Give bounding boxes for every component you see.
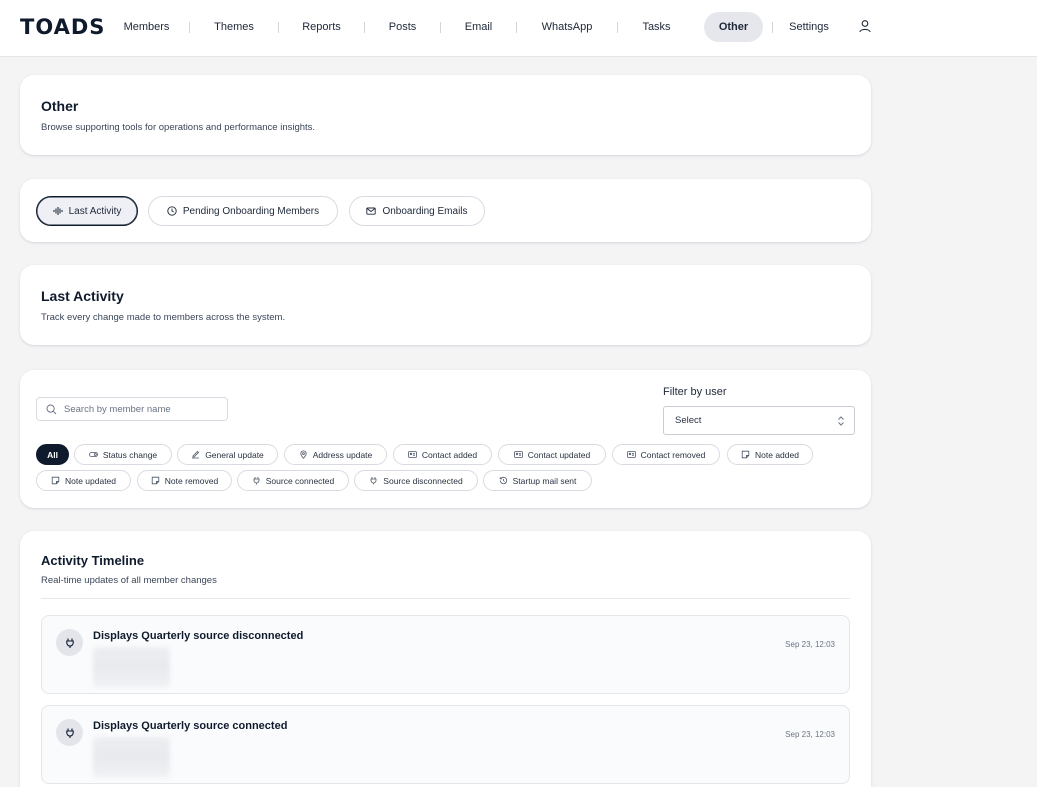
filter-by-user-label: Filter by user xyxy=(663,386,727,398)
nav-item-whatsapp[interactable]: WhatsApp xyxy=(517,12,617,42)
plug-icon xyxy=(253,477,260,485)
tab-label: Onboarding Emails xyxy=(382,205,468,217)
timeline-subtitle: Real-time updates of all member changes xyxy=(41,575,217,586)
chip-source-disconnected[interactable]: Source disconnected xyxy=(354,470,478,491)
nav-item-email[interactable]: Email xyxy=(441,12,516,42)
logo[interactable]: TOADS xyxy=(20,15,105,39)
redacted-details xyxy=(93,737,170,777)
chip-label: General update xyxy=(205,449,264,460)
tab-last-activity[interactable]: Last Activity xyxy=(36,196,138,226)
chip-contact-removed[interactable]: Contact removed xyxy=(612,444,720,465)
select-value: Select xyxy=(675,415,702,426)
search-input[interactable] xyxy=(64,403,214,415)
section-header-card: Last Activity Track every change made to… xyxy=(20,265,871,345)
history-icon xyxy=(499,476,507,485)
tab-pending-onboarding-members[interactable]: Pending Onboarding Members xyxy=(148,196,338,226)
pin-icon xyxy=(300,450,307,459)
chip-contact-updated[interactable]: Contact updated xyxy=(498,444,606,465)
section-title: Last Activity xyxy=(41,288,124,304)
chevron-up-down-icon xyxy=(838,416,844,426)
chip-all[interactable]: All xyxy=(36,444,69,465)
chip-note-removed[interactable]: Note removed xyxy=(137,470,232,491)
note-icon xyxy=(51,476,60,485)
chip-label: Contact updated xyxy=(527,449,591,460)
entry-title: Displays Quarterly source disconnected xyxy=(93,630,304,642)
chip-label: Note updated xyxy=(64,475,117,486)
tab-label: Last Activity xyxy=(68,205,122,217)
nav-item-tasks[interactable]: Tasks xyxy=(618,12,695,42)
chip-label: Startup mail sent xyxy=(512,475,577,486)
chip-label: Status change xyxy=(102,449,158,460)
nav-item-themes[interactable]: Themes xyxy=(190,12,278,42)
chip-label: Source connected xyxy=(265,475,335,486)
plug-icon xyxy=(65,728,74,738)
chip-address-update[interactable]: Address update xyxy=(284,444,387,465)
top-navigation: TOADS Members Themes Reports Posts Email… xyxy=(0,0,1037,57)
entry-timestamp: Sep 23, 12:03 xyxy=(785,730,835,739)
entry-icon-badge xyxy=(56,629,83,656)
page-header-card: Other Browse supporting tools for operat… xyxy=(20,75,871,155)
section-subtitle: Track every change made to members acros… xyxy=(41,312,286,323)
contact-card-icon xyxy=(626,451,636,458)
divider xyxy=(41,598,850,599)
redacted-details xyxy=(93,647,170,687)
chip-label: Source disconnected xyxy=(383,475,463,486)
timeline-entry[interactable]: Displays Quarterly source connected Sep … xyxy=(41,705,850,784)
search-box[interactable] xyxy=(36,397,228,421)
tab-label: Pending Onboarding Members xyxy=(182,205,320,217)
activity-timeline-card: Activity Timeline Real-time updates of a… xyxy=(20,531,871,787)
contact-card-icon xyxy=(408,451,417,458)
tabs-card: Last Activity Pending Onboarding Members… xyxy=(20,179,871,242)
plug-icon xyxy=(65,638,74,648)
filters-card: Filter by user Select All Status change … xyxy=(20,370,871,508)
chip-label: Address update xyxy=(312,449,373,460)
chip-general-update[interactable]: General update xyxy=(177,444,278,465)
nav-item-settings[interactable]: Settings xyxy=(773,12,845,42)
clock-icon xyxy=(167,206,177,216)
entry-title: Displays Quarterly source connected xyxy=(93,720,288,732)
contact-card-icon xyxy=(513,451,523,458)
entry-icon-badge xyxy=(56,719,83,746)
timeline-title: Activity Timeline xyxy=(41,553,145,568)
page-subtitle: Browse supporting tools for operations a… xyxy=(41,122,316,133)
chip-status-change[interactable]: Status change xyxy=(74,444,172,465)
activity-icon xyxy=(53,207,63,215)
chip-source-connected[interactable]: Source connected xyxy=(237,470,349,491)
chip-label: Contact added xyxy=(421,449,478,460)
main-nav: Members Themes Reports Posts Email Whats… xyxy=(104,12,845,42)
nav-item-other[interactable]: Other xyxy=(704,12,763,42)
chip-note-added[interactable]: Note added xyxy=(727,444,813,465)
nav-item-members[interactable]: Members xyxy=(104,12,189,42)
mail-icon xyxy=(366,207,377,215)
nav-item-reports[interactable]: Reports xyxy=(279,12,364,42)
page-title: Other xyxy=(41,98,79,114)
chip-startup-mail-sent[interactable]: Startup mail sent xyxy=(483,470,592,491)
chip-note-updated[interactable]: Note updated xyxy=(36,470,131,491)
note-icon xyxy=(741,450,750,459)
entry-timestamp: Sep 23, 12:03 xyxy=(785,640,835,649)
user-icon[interactable] xyxy=(858,19,872,33)
chip-label: Contact removed xyxy=(640,449,706,460)
timeline-entry[interactable]: Displays Quarterly source disconnected S… xyxy=(41,615,850,694)
user-select[interactable]: Select xyxy=(663,406,855,435)
plug-icon xyxy=(370,477,377,485)
toggle-icon xyxy=(88,452,98,457)
tab-onboarding-emails[interactable]: Onboarding Emails xyxy=(349,196,485,226)
chip-label: Note added xyxy=(755,449,799,460)
search-icon xyxy=(46,404,57,414)
note-icon xyxy=(151,476,159,485)
chip-contact-added[interactable]: Contact added xyxy=(393,444,492,465)
nav-item-posts[interactable]: Posts xyxy=(365,12,440,42)
chip-label: Note removed xyxy=(164,475,219,486)
edit-icon xyxy=(192,450,200,459)
